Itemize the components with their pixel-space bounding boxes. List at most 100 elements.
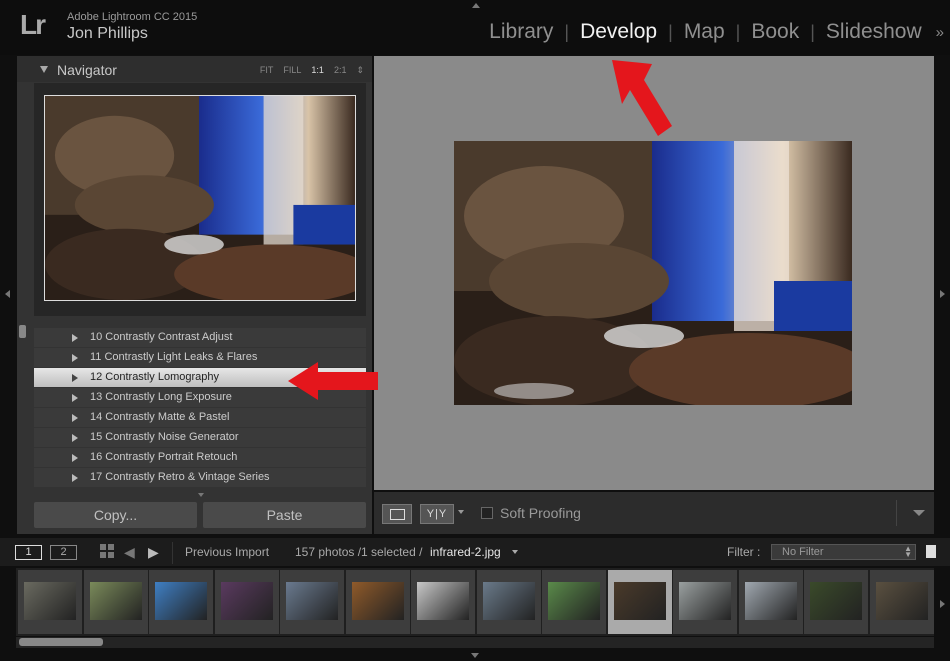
preset-item[interactable]: 10 Contrastly Contrast Adjust [34,328,366,348]
toolbar-options-dropdown-icon[interactable] [913,510,925,516]
module-map[interactable]: Map [673,20,736,44]
before-after-dropdown-icon[interactable] [458,510,464,514]
filmstrip-thumb[interactable] [869,570,934,634]
loupe-icon [390,509,405,520]
thumbnail-image [417,582,469,620]
filmstrip-scroll-track[interactable] [16,637,934,648]
filter-select[interactable]: No Filter ▲ ▼ [771,544,916,560]
filmstrip [16,568,934,636]
filmstrip-scrollbar[interactable] [19,638,103,646]
loupe-view-button[interactable] [382,504,412,524]
filmstrip-thumb[interactable] [542,570,606,634]
filmstrip-thumb[interactable] [738,570,803,634]
app-name: Adobe Lightroom CC 2015 [67,11,198,23]
expand-triangle-icon[interactable] [72,394,78,402]
navigator-header[interactable]: Navigator FIT FILL 1:1 2:1 ⇕ [17,56,372,82]
expand-triangle-icon[interactable] [72,354,78,362]
thumbnail-image [875,582,928,620]
annotation-arrow-left [288,362,378,400]
expand-triangle-icon[interactable] [72,374,78,382]
thumbnail-image [482,582,535,620]
paste-settings-button[interactable]: Paste [203,502,366,528]
presets-list: 10 Contrastly Contrast Adjust 11 Contras… [34,328,366,488]
preset-item[interactable]: 17 Contrastly Retro & Vintage Series [34,468,366,488]
filmstrip-thumb[interactable] [345,570,410,634]
module-book[interactable]: Book [740,20,810,44]
back-arrow-icon[interactable]: ◀ [124,544,135,561]
expand-triangle-icon[interactable] [72,474,78,482]
thumbnail-image [810,582,862,620]
right-panel-toggle-icon[interactable] [940,290,945,298]
soft-proofing-checkbox[interactable] [481,507,493,519]
filter-stepper-icon[interactable]: ▲ ▼ [904,545,912,559]
expand-triangle-icon[interactable] [72,434,78,442]
thumbnail-image [744,582,797,620]
left-panel-scrollbar[interactable] [19,325,26,338]
preset-item[interactable]: 14 Contrastly Matte & Pastel [34,408,366,428]
thumbnail-image [679,582,731,620]
filmstrip-thumb[interactable] [673,570,737,634]
photo-count: 157 photos /1 selected / [295,545,423,559]
filmstrip-thumb[interactable] [18,570,82,634]
module-picker: Library | Develop | Map | Book | Slidesh… [478,20,944,44]
main-photo[interactable] [454,141,852,405]
zoom-1-1[interactable]: 1:1 [311,65,324,76]
secondary-window-button[interactable]: 2 [50,545,77,560]
more-modules-icon[interactable]: » [933,24,944,41]
module-library[interactable]: Library [478,20,564,44]
source-label[interactable]: Previous Import [185,545,269,559]
filmstrip-scroll-right-icon[interactable] [940,600,945,608]
filmstrip-thumb[interactable] [804,570,868,634]
top-bar: Lr Adobe Lightroom CC 2015 Jon Phillips … [0,0,950,55]
module-develop[interactable]: Develop [569,20,668,44]
filmstrip-thumb[interactable] [411,570,475,634]
main-window-button[interactable]: 1 [15,545,42,560]
top-panel-toggle-icon[interactable] [472,3,480,8]
thumbnail-image [89,582,142,620]
filmstrip-thumb-selected[interactable] [607,570,672,634]
thumbnail-image [220,582,273,620]
collapse-triangle-icon[interactable] [40,66,48,73]
filmstrip-thumb[interactable] [83,570,148,634]
zoom-2-1[interactable]: 2:1 [334,65,347,76]
file-name[interactable]: infrared-2.jpg [430,545,501,559]
filter-label: Filter : [727,545,761,559]
expand-triangle-icon[interactable] [72,454,78,462]
zoom-options: FIT FILL 1:1 2:1 ⇕ [250,65,364,76]
preset-item[interactable]: 16 Contrastly Portrait Retouch [34,448,366,468]
lightroom-logo: Lr [20,9,46,40]
thumbnail-image [286,582,338,620]
thumbnail-image [613,582,666,620]
thumbnail-image [24,582,76,620]
panel-end-mark-icon [198,493,204,497]
filmbar-divider [172,542,173,564]
module-slideshow[interactable]: Slideshow [815,20,933,44]
toolbar-divider [896,500,897,526]
copy-settings-button[interactable]: Copy... [34,502,197,528]
expand-triangle-icon[interactable] [72,414,78,422]
filmstrip-thumb[interactable] [476,570,541,634]
zoom-fit[interactable]: FIT [260,65,274,76]
preset-item[interactable]: 15 Contrastly Noise Generator [34,428,366,448]
navigator-title: Navigator [57,62,117,78]
filmstrip-thumb[interactable] [149,570,213,634]
navigator-thumbnail[interactable] [44,95,356,301]
soft-proofing-label: Soft Proofing [500,505,581,521]
filmstrip-thumb[interactable] [214,570,279,634]
filmstrip-thumb[interactable] [280,570,344,634]
left-panel-toggle-icon[interactable] [5,290,10,298]
forward-arrow-icon[interactable]: ▶ [148,544,159,561]
grid-view-icon[interactable] [100,544,114,558]
thumbnail-image [548,582,600,620]
navigator-preview[interactable] [34,83,366,316]
filter-lock-icon[interactable] [926,545,936,558]
file-dropdown-icon[interactable] [512,550,518,554]
before-after-button[interactable]: Y|Y [420,504,454,524]
zoom-stepper-icon[interactable]: ⇕ [356,65,364,76]
filmstrip-bar: 1 2 ◀ ▶ Previous Import 157 photos /1 se… [0,538,950,566]
thumbnail-image [155,582,207,620]
develop-toolbar: Y|Y Soft Proofing [374,492,934,534]
zoom-fill[interactable]: FILL [283,65,301,76]
bottom-panel-toggle-icon[interactable] [471,653,479,658]
expand-triangle-icon[interactable] [72,334,78,342]
